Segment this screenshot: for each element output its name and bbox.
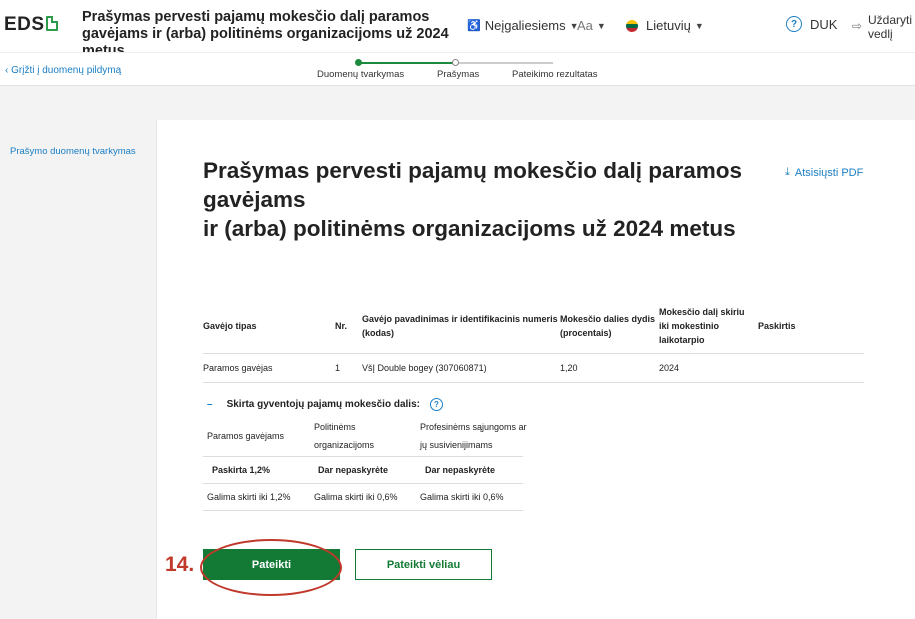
accessibility-label: Neįgaliesiems [484, 18, 566, 33]
table-divider [203, 382, 864, 383]
download-pdf-label: Atsisiųsti PDF [794, 166, 864, 179]
step-annotation: 14. [165, 553, 195, 576]
table-cell-period: 2024 [659, 363, 680, 373]
close-wizard-link[interactable]: Uždaryti vedlį [868, 13, 913, 41]
highlight-ellipse [200, 539, 342, 596]
table-cell-type: Paramos gavėjas [203, 363, 273, 373]
download-icon: ⤓ [785, 166, 790, 178]
language-menu[interactable]: Lietuvių ▼ [626, 18, 704, 33]
status-sponsors: Paskirta 1,2% [212, 465, 271, 475]
distribution-title: Skirta gyventojų pajamų mokesčio dalis: [226, 399, 420, 410]
distribution-divider [203, 456, 523, 457]
lithuania-flag-icon [626, 19, 638, 32]
accessibility-menu[interactable]: ♿ Neįgaliesiems ▼ [467, 18, 579, 33]
table-divider [203, 353, 864, 354]
recipients-table: Gavėjo tipas Nr. Gavėjo pavadinimas ir i… [203, 304, 864, 384]
column-header-purpose: Paskirtis [758, 321, 796, 331]
distribution-divider [203, 483, 523, 484]
step-dot-done [355, 59, 362, 66]
sidebar-link-data-management[interactable]: Prašymo duomenų tvarkymas [10, 146, 136, 157]
exit-icon[interactable]: ⇨ [852, 19, 862, 33]
column-header-share: Mokesčio dalies dydis (procentais) [560, 314, 656, 338]
collapse-icon: – [207, 399, 213, 410]
distribution-col-sponsors: Paramos gavėjams [207, 431, 285, 441]
font-size-label: Aa [577, 18, 593, 33]
distribution-divider [203, 510, 523, 511]
distribution-toggle[interactable]: – Skirta gyventojų pajamų mokesčio dalis… [207, 398, 443, 411]
chevron-down-icon: ▼ [694, 20, 704, 31]
column-header-nr: Nr. [335, 321, 348, 331]
step-label-data[interactable]: Duomenų tvarkymas [317, 69, 404, 80]
help-icon[interactable]: ? [429, 398, 443, 411]
table-cell-share: 1,20 [560, 363, 578, 373]
distribution-col-political: Politinėms organizacijoms [314, 422, 375, 450]
wizard-bar: ‹ Grįžti į duomenų pildymą Duomenų tvark… [0, 52, 915, 86]
accessibility-icon: ♿ [467, 20, 481, 32]
limit-unions: Galima skirti iki 0,6% [420, 492, 504, 502]
table-cell-name: VšĮ Double bogey (307060871) [362, 363, 487, 373]
document-icon [45, 16, 58, 31]
step-label-result: Pateikimo rezultatas [512, 69, 598, 80]
distribution-col-unions: Profesinėms sąjungoms ar jų susivienijim… [420, 422, 527, 450]
faq-label: DUK [810, 16, 838, 32]
step-label-request: Prašymas [437, 69, 480, 80]
submit-later-button[interactable]: Pateikti vėliau [355, 549, 492, 580]
eds-logo[interactable]: EDS [4, 14, 58, 36]
app-header: EDS Prašymas pervesti pajamų mokesčio da… [0, 0, 915, 59]
language-label: Lietuvių [646, 18, 691, 33]
table-cell-nr: 1 [335, 363, 341, 373]
font-size-menu[interactable]: Aa ▼ [577, 18, 606, 33]
column-header-name: Gavėjo pavadinimas ir identifikacinis nu… [362, 314, 558, 338]
faq-link[interactable]: ? DUK [786, 16, 837, 32]
help-icon: ? [786, 16, 802, 32]
column-header-type: Gavėjo tipas [203, 321, 257, 331]
stepper-line-pending [455, 62, 553, 64]
stepper-line-done [358, 62, 455, 64]
page-title: Prašymas pervesti pajamų mokesčio dalį p… [203, 158, 743, 241]
chevron-down-icon: ▼ [596, 20, 606, 31]
limit-political: Galima skirti iki 0,6% [314, 492, 398, 502]
limit-sponsors: Galima skirti iki 1,2% [207, 492, 291, 502]
back-to-data-link[interactable]: ‹ Grįžti į duomenų pildymą [5, 65, 121, 76]
column-header-period: Mokesčio dalį skiriu iki mokestinio laik… [659, 307, 745, 345]
step-dot-current [452, 59, 459, 66]
status-political: Dar nepaskyrėte [318, 465, 389, 475]
status-unions: Dar nepaskyrėte [425, 465, 496, 475]
download-pdf-link[interactable]: ⤓ Atsisiųsti PDF [785, 166, 863, 179]
